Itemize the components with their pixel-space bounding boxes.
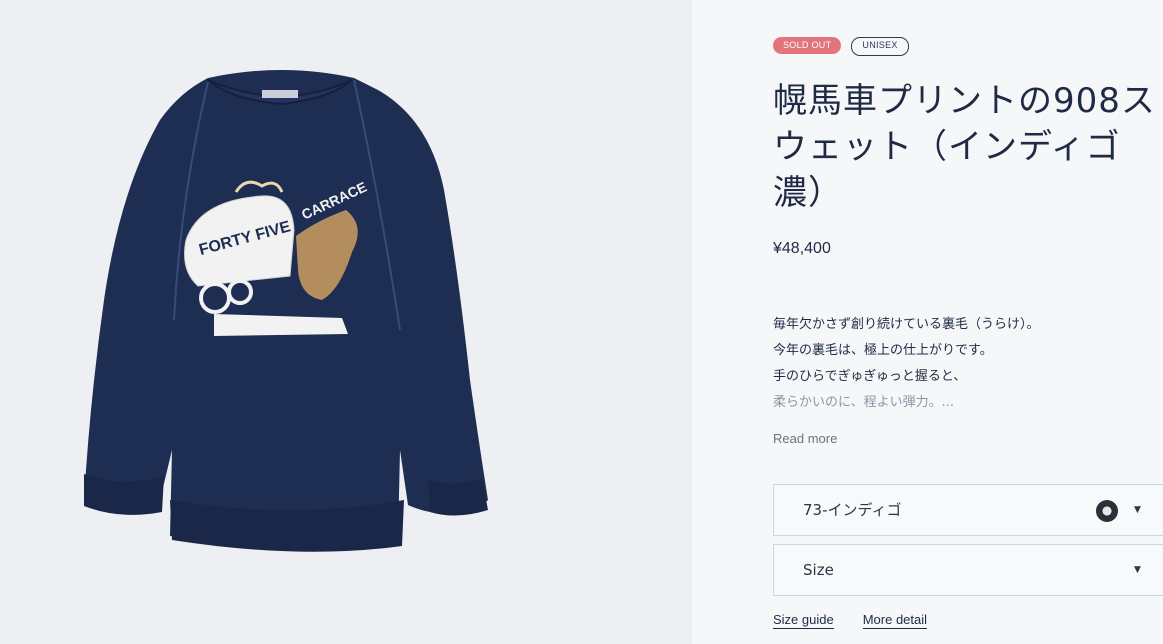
badge-row: SOLD OUT UNISEX bbox=[773, 37, 909, 56]
neck-label bbox=[262, 90, 298, 98]
chevron-down-icon: ▼ bbox=[1134, 565, 1141, 575]
read-more-link[interactable]: Read more bbox=[773, 431, 837, 446]
title-line: 濃） bbox=[773, 173, 843, 213]
product-image[interactable]: FORTY FIVE CARRACE bbox=[0, 0, 692, 644]
unisex-badge: UNISEX bbox=[851, 37, 909, 56]
title-line: 幌馬車プリントの908ス bbox=[773, 81, 1156, 121]
sweatshirt-illustration: FORTY FIVE CARRACE bbox=[84, 70, 488, 552]
product-price: ¥48,400 bbox=[773, 240, 831, 257]
sold-out-badge: SOLD OUT bbox=[773, 37, 842, 54]
size-guide-link[interactable]: Size guide bbox=[773, 612, 834, 629]
title-line: ウェット（インディゴ bbox=[773, 127, 1121, 167]
description-line: 毎年欠かさず創り続けている裏毛（うらけ）。 bbox=[773, 317, 1040, 332]
size-select[interactable]: Size ▼ bbox=[773, 544, 1163, 596]
description-line-faded: 柔らかいのに、程よい弾力。... bbox=[773, 395, 955, 410]
color-select[interactable]: 73-インディゴ ▼ bbox=[773, 484, 1163, 536]
product-description: 毎年欠かさず創り続けている裏毛（うらけ）。 今年の裏毛は、極上の仕上がりです。 … bbox=[773, 312, 1040, 416]
product-title: 幌馬車プリントの908ス ウェット（インディゴ 濃） bbox=[773, 78, 1163, 216]
description-line: 今年の裏毛は、極上の仕上がりです。 bbox=[773, 343, 993, 358]
product-info-panel: SOLD OUT UNISEX 幌馬車プリントの908ス ウェット（インディゴ … bbox=[692, 0, 1163, 644]
color-swatch-icon bbox=[1096, 500, 1118, 522]
info-links: Size guide More detail bbox=[773, 612, 928, 629]
color-select-value: 73-インディゴ bbox=[803, 501, 902, 519]
chevron-down-icon: ▼ bbox=[1134, 505, 1141, 515]
size-select-value: Size bbox=[803, 561, 834, 579]
description-line: 手のひらでぎゅぎゅっと握ると、 bbox=[773, 369, 967, 384]
more-detail-link[interactable]: More detail bbox=[862, 612, 928, 629]
